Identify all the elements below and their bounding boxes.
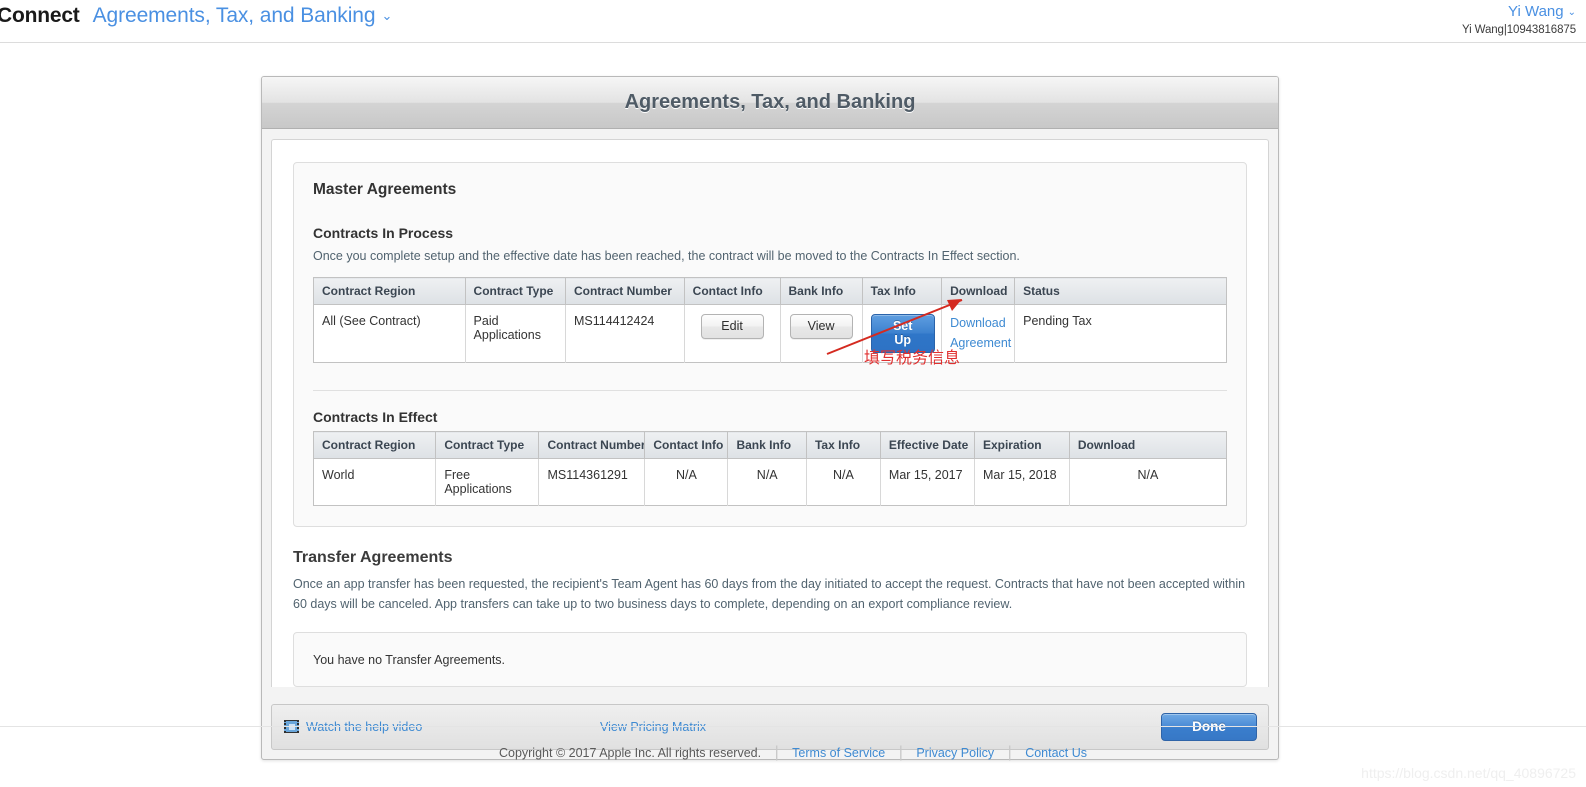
col-contract-region: Contract Region [313, 431, 437, 460]
col-effective-date: Effective Date [880, 431, 975, 460]
contracts-in-process-heading: Contracts In Process [313, 225, 454, 241]
cell-tax-info: N/A [806, 458, 881, 506]
connect-brand-label: Connect [0, 4, 80, 27]
team-identifier-label: Yi Wang|10943816875 [1461, 24, 1576, 36]
contracts-in-process-description: Once you complete setup and the effectiv… [313, 249, 1020, 263]
page-content: Agreements, Tax, and Banking Master Agre… [0, 43, 1586, 787]
footer-separator: | [774, 744, 779, 761]
col-contact-info: Contact Info [644, 431, 729, 460]
cell-contract-region: All (See Contract) [313, 304, 466, 363]
module-header: Agreements, Tax, and Banking [262, 77, 1278, 129]
col-bank-info: Bank Info [727, 431, 807, 460]
transfer-agreements-section: Transfer Agreements Once an app transfer… [293, 549, 1247, 687]
cell-contract-region: World [313, 458, 437, 506]
cell-contract-number: MS114412424 [565, 304, 685, 363]
cell-download: Download Agreement [941, 304, 1016, 363]
col-contract-region: Contract Region [313, 277, 466, 306]
privacy-policy-link[interactable]: Privacy Policy [916, 746, 994, 760]
transfer-agreements-heading: Transfer Agreements [293, 549, 453, 567]
cell-bank-info: View [780, 304, 863, 363]
user-name-label[interactable]: Yi Wang [1508, 3, 1564, 20]
col-contract-number: Contract Number [565, 277, 685, 306]
nav-left-group: Connect Agreements, Tax, and Banking ⌄ [0, 4, 392, 28]
col-expiration: Expiration [974, 431, 1070, 460]
contracts-in-process-table: Contract Region Contract Type Contract N… [313, 277, 1227, 364]
col-tax-info: Tax Info [806, 431, 881, 460]
master-agreements-heading: Master Agreements [313, 181, 457, 198]
cell-contract-type: Paid Applications [465, 304, 566, 363]
master-agreements-panel: Master Agreements Contracts In Process O… [293, 162, 1247, 528]
copyright-label: Copyright © 2017 Apple Inc. All rights r… [498, 746, 762, 760]
account-menu[interactable]: Yi Wang ⌄ Yi Wang|10943816875 [1462, 3, 1576, 36]
footer-separator: | [1007, 744, 1012, 761]
terms-of-service-link[interactable]: Terms of Service [792, 746, 885, 760]
cell-contract-type: Free Applications [435, 458, 540, 506]
transfer-agreements-description: Once an app transfer has been requested,… [293, 577, 1246, 611]
section-divider [313, 390, 1227, 392]
edit-contact-info-button[interactable]: Edit [700, 314, 764, 340]
col-contract-type: Contract Type [435, 431, 540, 460]
table-row: World Free Applications MS114361291 N/A … [313, 458, 1227, 506]
account-menu-row[interactable]: Yi Wang ⌄ [1462, 3, 1576, 21]
col-bank-info: Bank Info [780, 277, 863, 306]
cell-bank-info: N/A [727, 458, 807, 506]
top-navigation-bar: Connect Agreements, Tax, and Banking ⌄ Y… [0, 0, 1586, 43]
col-contract-number: Contract Number [538, 431, 646, 460]
contracts-in-effect-table: Contract Region Contract Type Contract N… [313, 431, 1227, 507]
contracts-in-effect-heading: Contracts In Effect [313, 409, 438, 426]
page-footer: Copyright © 2017 Apple Inc. All rights r… [0, 726, 1586, 762]
nav-section-title[interactable]: Agreements, Tax, and Banking [93, 4, 376, 28]
cell-download: N/A [1069, 458, 1227, 506]
col-contact-info: Contact Info [684, 277, 781, 306]
agreements-module: Agreements, Tax, and Banking Master Agre… [261, 76, 1279, 760]
cell-expiration: Mar 15, 2018 [974, 458, 1070, 506]
table-header-row: Contract Region Contract Type Contract N… [313, 277, 1227, 306]
col-download: Download [1069, 431, 1227, 460]
view-bank-info-button[interactable]: View [789, 314, 853, 340]
cell-tax-info: Set Up [862, 304, 943, 363]
transfer-agreements-empty-state: You have no Transfer Agreements. [293, 631, 1247, 687]
footer-separator: | [898, 744, 903, 761]
cell-contact-info: N/A [644, 458, 729, 506]
chevron-down-icon[interactable]: ⌄ [1568, 7, 1576, 18]
contact-us-link[interactable]: Contact Us [1025, 746, 1087, 760]
module-body: Master Agreements Contracts In Process O… [271, 139, 1269, 687]
set-up-tax-info-button[interactable]: Set Up [870, 314, 935, 354]
col-download: Download [941, 277, 1016, 306]
download-agreement-link-line1[interactable]: Download [950, 314, 1006, 333]
cell-status: Pending Tax [1014, 304, 1227, 363]
cell-contact-info: Edit [684, 304, 781, 363]
col-status: Status [1014, 277, 1227, 306]
page-title: Agreements, Tax, and Banking [624, 91, 916, 113]
chevron-down-icon[interactable]: ⌄ [381, 8, 392, 24]
col-contract-type: Contract Type [465, 277, 566, 306]
table-row: All (See Contract) Paid Applications MS1… [313, 304, 1227, 363]
cell-contract-number: MS114361291 [538, 458, 646, 506]
table-header-row: Contract Region Contract Type Contract N… [313, 431, 1227, 460]
download-agreement-link-line2[interactable]: Agreement [950, 334, 1011, 353]
col-tax-info: Tax Info [862, 277, 943, 306]
cell-effective-date: Mar 15, 2017 [880, 458, 975, 506]
